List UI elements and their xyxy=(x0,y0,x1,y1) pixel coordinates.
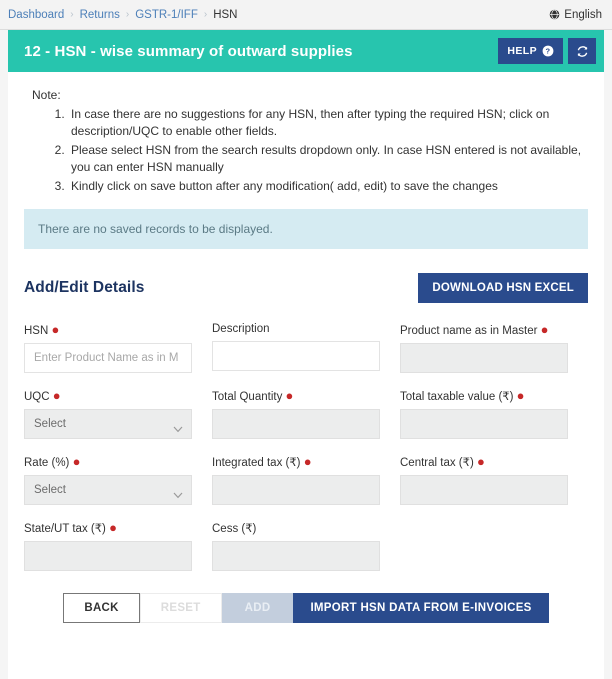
field-label-integrated-tax: Integrated tax (₹) ● xyxy=(212,454,312,469)
reset-button: RESET xyxy=(139,593,222,623)
form-row: HSN ● Description Product name as in Mast… xyxy=(24,323,588,373)
required-marker: ● xyxy=(285,388,294,403)
content-body: Note: In case there are no suggestions f… xyxy=(8,72,604,679)
note-title: Note: xyxy=(32,88,61,102)
required-marker: ● xyxy=(516,388,525,403)
language-selector[interactable]: English xyxy=(549,9,602,21)
svg-text:?: ? xyxy=(546,47,551,56)
field-label-central-tax: Central tax (₹) ● xyxy=(400,454,485,469)
field-label-description: Description xyxy=(212,323,270,335)
breadcrumb-separator: › xyxy=(203,8,208,20)
field-label-hsn: HSN ● xyxy=(24,322,60,337)
select-uqc[interactable]: Select xyxy=(24,409,192,439)
info-banner-text: There are no saved records to be display… xyxy=(38,222,273,236)
form-actions: BACK RESET ADD IMPORT HSN DATA FROM E-INVOI… xyxy=(24,593,588,641)
field-label-total-taxable-value: Total taxable value (₹) ● xyxy=(400,388,525,403)
required-marker: ● xyxy=(52,388,61,403)
page-root: Dashboard › Returns › GSTR-1/IFF › HSN English… xyxy=(0,0,612,679)
required-marker: ● xyxy=(476,454,485,469)
note-item: In case there are no suggestions for any… xyxy=(68,106,588,140)
field-label-total-quantity: Total Quantity ● xyxy=(212,388,294,403)
field-label-uqc: UQC ● xyxy=(24,388,61,403)
input-description[interactable] xyxy=(212,341,380,371)
input-integrated-tax xyxy=(212,475,380,505)
required-marker: ● xyxy=(72,454,81,469)
input-product-name-as-in-master xyxy=(400,343,568,373)
breadcrumb-separator: › xyxy=(70,8,74,20)
form-field-integrated-tax: Integrated tax (₹) ● xyxy=(212,455,400,505)
form-field-product-name-as-in-master: Product name as in Master ● xyxy=(400,323,588,373)
header-actions: HELP ? xyxy=(498,38,596,64)
required-marker: ● xyxy=(540,322,549,337)
input-total-quantity xyxy=(212,409,380,439)
breadcrumb-item-hsn: HSN xyxy=(213,8,238,21)
note-item: Kindly click on save button after any mo… xyxy=(68,178,588,195)
breadcrumb: Dashboard › Returns › GSTR-1/IFF › HSN xyxy=(8,9,237,21)
form-field-uqc: UQC ● Select xyxy=(24,389,212,439)
globe-icon xyxy=(549,9,560,20)
breadcrumb-bar: Dashboard › Returns › GSTR-1/IFF › HSN English xyxy=(0,0,612,30)
section-title: Add/Edit Details xyxy=(24,279,145,296)
add-edit-section-header: Add/Edit Details DOWNLOAD HSN EXCEL xyxy=(24,273,588,303)
breadcrumb-item-gstr-1-iff[interactable]: GSTR-1/IFF xyxy=(135,9,198,21)
form-field-total-taxable-value: Total taxable value (₹) ● xyxy=(400,389,588,439)
required-marker: ● xyxy=(303,454,312,469)
form-field-hsn: HSN ● xyxy=(24,323,212,373)
input-total-taxable-value xyxy=(400,409,568,439)
required-marker: ● xyxy=(51,322,60,337)
help-button-label: HELP xyxy=(507,45,537,57)
breadcrumb-separator: › xyxy=(125,8,130,20)
question-circle-icon: ? xyxy=(542,45,554,57)
input-state-ut-tax xyxy=(24,541,192,571)
form-cell-empty xyxy=(400,521,588,571)
form-field-cess: Cess (₹) xyxy=(212,521,400,571)
breadcrumb-item-dashboard[interactable]: Dashboard xyxy=(8,9,64,21)
help-button[interactable]: HELP ? xyxy=(498,38,563,64)
add-button: ADD xyxy=(221,593,294,623)
form-row: UQC ● Select Total Quantity ● Total taxable… xyxy=(24,389,588,439)
info-banner: There are no saved records to be display… xyxy=(24,209,588,249)
breadcrumb-item-returns[interactable]: Returns xyxy=(80,9,120,21)
input-central-tax xyxy=(400,475,568,505)
note-item: Please select HSN from the search result… xyxy=(68,142,588,176)
select-wrapper-uqc: Select xyxy=(24,409,192,439)
field-label-state-ut-tax: State/UT tax (₹) ● xyxy=(24,520,117,535)
content-card: 12 - HSN - wise summary of outward suppl… xyxy=(8,30,604,679)
page-title: 12 - HSN - wise summary of outward suppl… xyxy=(24,42,353,60)
required-marker: ● xyxy=(109,520,117,535)
form-row: State/UT tax (₹) ● Cess (₹) xyxy=(24,521,588,571)
download-hsn-excel-button[interactable]: DOWNLOAD HSN EXCEL xyxy=(418,273,588,303)
language-label: English xyxy=(564,8,602,21)
section-header-bar: 12 - HSN - wise summary of outward suppl… xyxy=(8,30,604,72)
form-field-state-ut-tax: State/UT tax (₹) ● xyxy=(24,521,212,571)
note-list: In case there are no suggestions for any… xyxy=(68,106,588,195)
hsn-details-form: HSN ● Description Product name as in Mast… xyxy=(24,323,588,571)
select-wrapper-rate: Select xyxy=(24,475,192,505)
form-row: Rate (%) ● Select Integrated tax (₹) ● Cent… xyxy=(24,455,588,505)
back-button[interactable]: BACK xyxy=(63,593,140,623)
form-field-central-tax: Central tax (₹) ● xyxy=(400,455,588,505)
field-label-cess: Cess (₹) xyxy=(212,523,257,535)
field-label-rate: Rate (%) ● xyxy=(24,454,81,469)
select-rate[interactable]: Select xyxy=(24,475,192,505)
form-field-total-quantity: Total Quantity ● xyxy=(212,389,400,439)
input-hsn[interactable] xyxy=(24,343,192,373)
refresh-icon xyxy=(576,45,589,58)
input-cess xyxy=(212,541,380,571)
form-field-description: Description xyxy=(212,323,400,373)
import-button[interactable]: IMPORT HSN DATA FROM E-INVOICES xyxy=(293,593,549,623)
form-field-rate: Rate (%) ● Select xyxy=(24,455,212,505)
field-label-product-name-as-in-master: Product name as in Master ● xyxy=(400,322,549,337)
refresh-button[interactable] xyxy=(568,38,596,64)
